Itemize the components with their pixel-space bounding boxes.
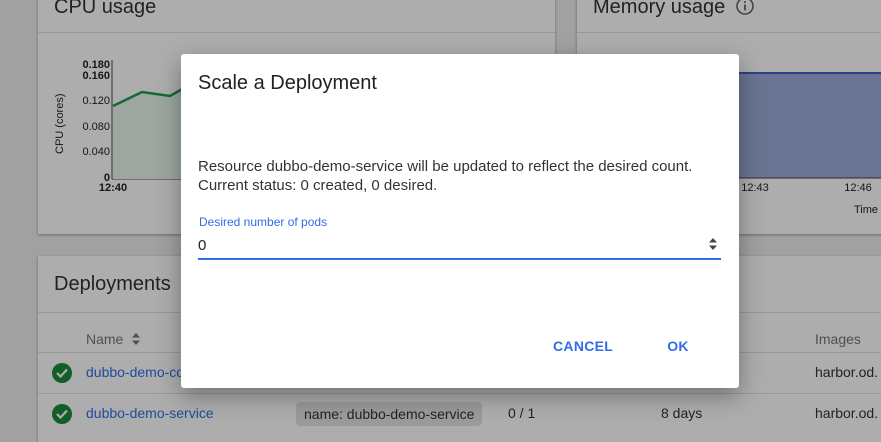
- dialog-message-line: Current status: 0 created, 0 desired.: [198, 177, 438, 194]
- dialog-message: Resource dubbo-demo-service will be upda…: [198, 157, 692, 195]
- dialog-title: Scale a Deployment: [198, 72, 377, 94]
- pods-field: [198, 232, 721, 260]
- scale-deployment-dialog: Scale a Deployment Resource dubbo-demo-s…: [181, 54, 739, 388]
- pods-field-label: Desired number of pods: [199, 215, 328, 229]
- ok-button[interactable]: OK: [665, 335, 691, 357]
- spinner-icon[interactable]: [707, 235, 719, 253]
- dialog-message-line: Resource dubbo-demo-service will be upda…: [198, 158, 693, 175]
- cancel-button[interactable]: CANCEL: [553, 335, 613, 357]
- pods-input[interactable]: [198, 234, 698, 256]
